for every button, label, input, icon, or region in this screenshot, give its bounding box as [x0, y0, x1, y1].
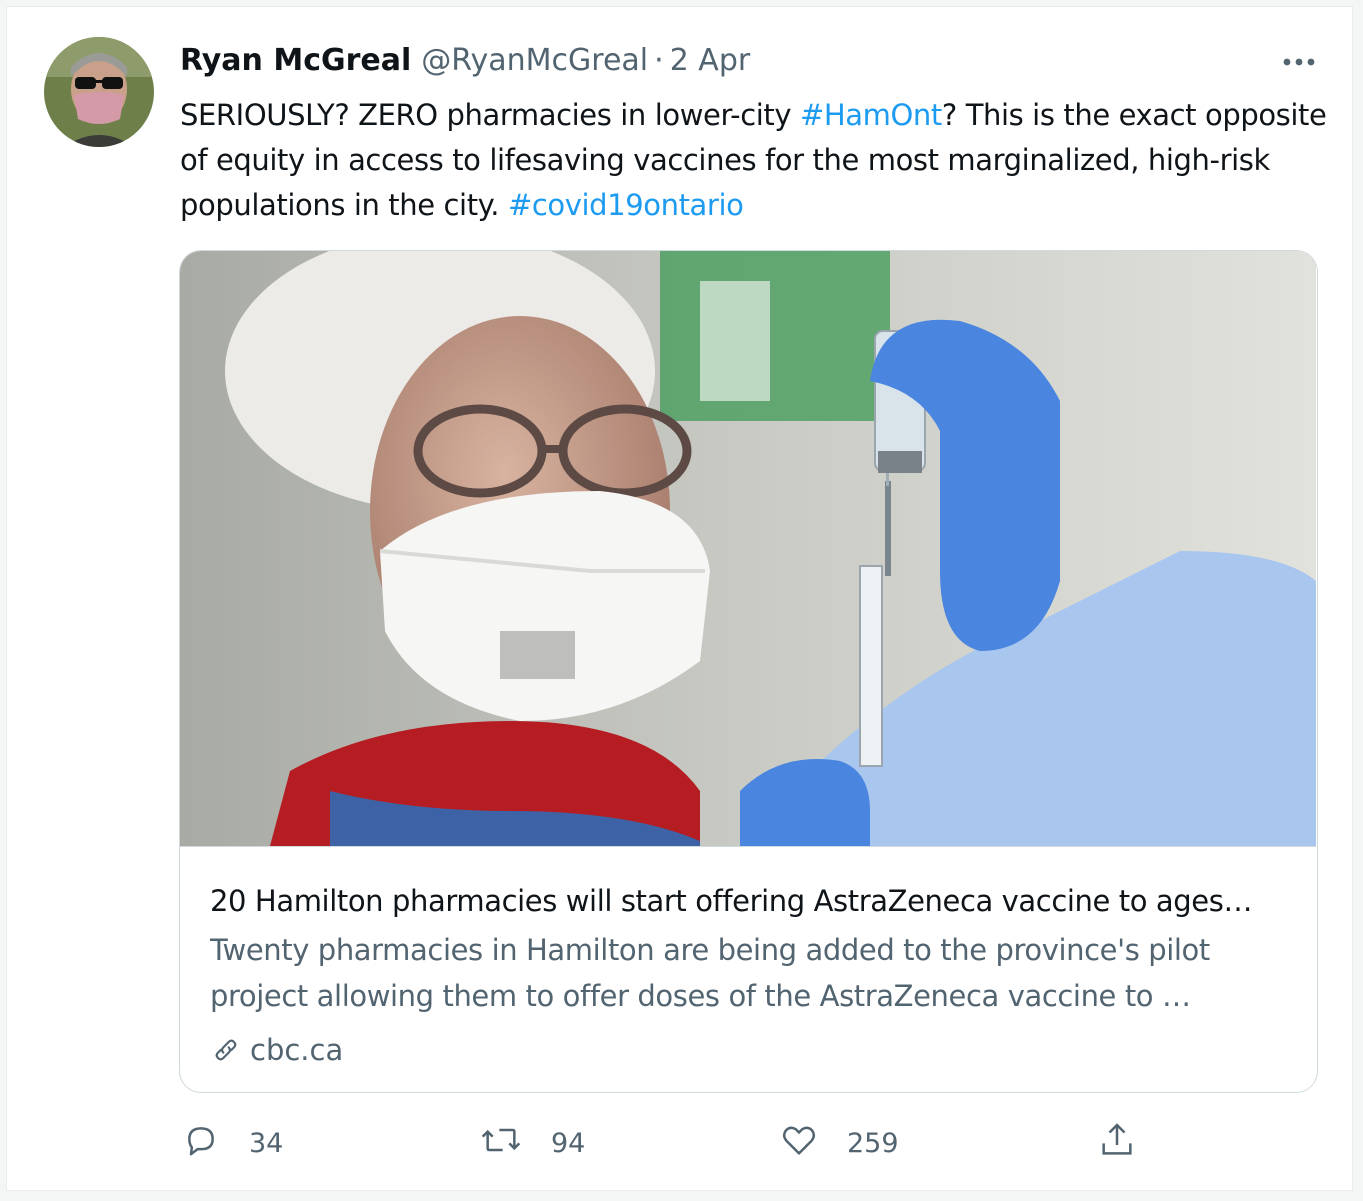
- author-handle[interactable]: @RyanMcGreal: [421, 41, 648, 81]
- hashtag-link[interactable]: #covid19ontario: [508, 188, 744, 222]
- share-icon: [1097, 1120, 1137, 1167]
- like-count: 259: [847, 1127, 899, 1159]
- hashtag-link[interactable]: #HamOnt: [800, 98, 942, 132]
- reply-count: 34: [249, 1127, 284, 1159]
- like-button[interactable]: 259: [779, 1117, 899, 1169]
- header-separator: ·: [654, 43, 664, 78]
- retweet-icon: [479, 1120, 523, 1167]
- link-icon: [210, 1034, 242, 1066]
- tweet-date[interactable]: 2 Apr: [670, 41, 751, 81]
- more-icon: [1282, 52, 1316, 71]
- tweet-header: Ryan McGreal @RyanMcGreal · 2 Apr: [180, 41, 750, 81]
- author-name[interactable]: Ryan McGreal: [180, 41, 411, 81]
- card-description: Twenty pharmacies in Hamilton are being …: [210, 933, 1210, 1013]
- avatar[interactable]: [44, 37, 154, 147]
- more-options-button[interactable]: [1279, 43, 1319, 79]
- card-domain-text: cbc.ca: [250, 1033, 344, 1067]
- tweet-text: SERIOUSLY? ZERO pharmacies in lower-city…: [180, 93, 1330, 228]
- card-image[interactable]: [180, 251, 1316, 847]
- like-icon: [779, 1120, 819, 1167]
- reply-button[interactable]: 34: [181, 1117, 283, 1169]
- card-domain[interactable]: cbc.ca: [210, 1027, 343, 1073]
- link-card[interactable]: 20 Hamilton pharmacies will start offeri…: [179, 250, 1318, 1093]
- card-title[interactable]: 20 Hamilton pharmacies will start offeri…: [210, 879, 1290, 923]
- retweet-button[interactable]: 94: [479, 1117, 585, 1169]
- share-button[interactable]: [1097, 1117, 1137, 1169]
- tweet-text-part: SERIOUSLY? ZERO pharmacies in lower-city: [180, 98, 800, 132]
- retweet-count: 94: [551, 1127, 586, 1159]
- action-bar: 34 94 259: [179, 1117, 1179, 1169]
- tweet-container[interactable]: Ryan McGreal @RyanMcGreal · 2 Apr SERIOU…: [6, 6, 1353, 1191]
- reply-icon: [181, 1120, 221, 1167]
